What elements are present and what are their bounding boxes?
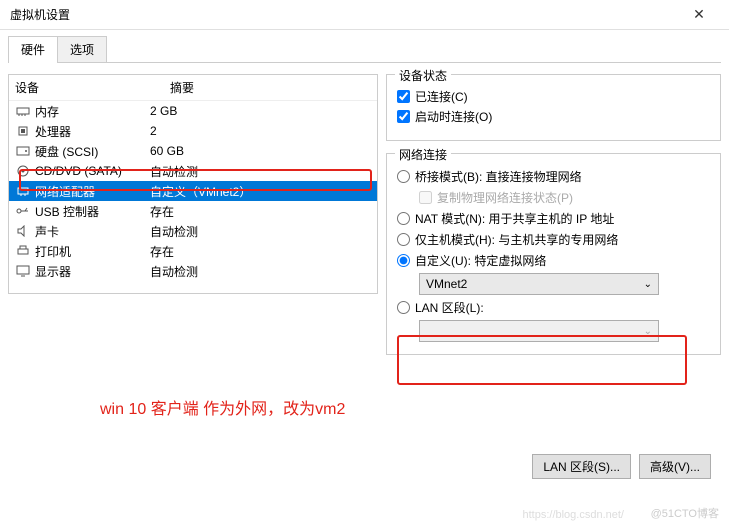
display-icon [15,264,31,278]
cd-icon [15,164,31,178]
disk-icon [15,144,31,158]
close-icon[interactable]: ✕ [679,6,719,23]
chevron-down-icon: ⌄ [644,279,652,290]
device-status-group: 设备状态 已连接(C) 启动时连接(O) [386,74,721,141]
hostonly-radio[interactable]: 仅主机模式(H): 与主机共享的专用网络 [397,231,710,248]
row-memory[interactable]: 内存 2 GB [9,101,377,121]
row-sound[interactable]: 声卡 自动检测 [9,221,377,241]
chevron-down-icon: ⌄ [644,326,652,337]
lan-segment-radio[interactable]: LAN 区段(L): [397,299,710,316]
tabs: 硬件 选项 [0,30,729,63]
lan-segments-button[interactable]: LAN 区段(S)... [532,454,631,479]
replicate-checkbox: 复制物理网络连接状态(P) [419,189,710,206]
bridged-radio[interactable]: 桥接模式(B): 直接连接物理网络 [397,168,710,185]
row-usb[interactable]: USB 控制器 存在 [9,201,377,221]
printer-icon [15,244,31,258]
memory-icon [15,104,31,118]
row-cd[interactable]: CD/DVD (SATA) 自动检测 [9,161,377,181]
connect-on-poweron-checkbox[interactable]: 启动时连接(O) [397,108,710,125]
network-connection-group: 网络连接 桥接模式(B): 直接连接物理网络 复制物理网络连接状态(P) NAT… [386,153,721,355]
custom-radio[interactable]: 自定义(U): 特定虚拟网络 [397,252,710,269]
advanced-button[interactable]: 高级(V)... [639,454,711,479]
lan-segment-select: ⌄ [419,320,659,342]
annotation-text: win 10 客户端 作为外网，改为vm2 [100,395,345,419]
cpu-icon [15,124,31,138]
custom-vmnet-select[interactable]: VMnet2 ⌄ [419,273,659,295]
device-status-title: 设备状态 [395,67,451,84]
network-icon [15,184,31,198]
row-display[interactable]: 显示器 自动检测 [9,261,377,281]
usb-icon [15,204,31,218]
watermark-url: https://blog.csdn.net/ [522,509,624,521]
row-cpu[interactable]: 处理器 2 [9,121,377,141]
row-printer[interactable]: 打印机 存在 [9,241,377,261]
tab-hardware[interactable]: 硬件 [8,36,58,63]
connected-checkbox[interactable]: 已连接(C) [397,88,710,105]
titlebar: 虚拟机设置 ✕ [0,0,729,30]
col-summary: 摘要 [170,79,194,96]
row-disk[interactable]: 硬盘 (SCSI) 60 GB [9,141,377,161]
network-connection-title: 网络连接 [395,146,451,163]
col-device: 设备 [15,79,170,96]
watermark: @51CTO博客 [651,505,719,521]
row-network[interactable]: 网络适配器 自定义（VMnet2） [9,181,377,201]
sound-icon [15,224,31,238]
hardware-list: 设备 摘要 内存 2 GB 处理器 2 硬盘 (SCSI) 60 GB CD/D… [8,74,378,294]
tab-options[interactable]: 选项 [57,36,107,63]
window-title: 虚拟机设置 [10,6,70,23]
nat-radio[interactable]: NAT 模式(N): 用于共享主机的 IP 地址 [397,210,710,227]
